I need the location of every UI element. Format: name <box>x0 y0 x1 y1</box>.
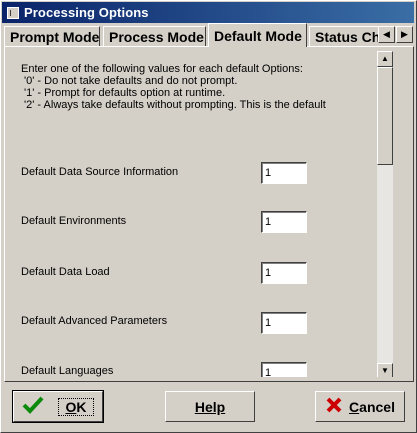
scroll-up-icon[interactable]: ▲ <box>377 51 393 67</box>
cancel-button[interactable]: Cancel <box>315 391 405 422</box>
instruction-line: '1' - Prompt for defaults option at runt… <box>21 87 226 99</box>
input-default-data-source-information[interactable] <box>261 162 307 184</box>
instruction-line: '2' - Always take defaults without promp… <box>21 99 326 111</box>
tab-process-mode[interactable]: Process Mode <box>103 26 206 46</box>
label-default-environments: Default Environments <box>21 215 127 227</box>
ok-label-rest: K <box>76 398 87 415</box>
cancel-label: Cancel <box>349 399 395 415</box>
tab-default-mode[interactable]: Default Mode <box>208 23 307 47</box>
vertical-scrollbar[interactable]: ▲ ▼ <box>377 51 393 377</box>
app-icon <box>7 6 19 19</box>
label-default-data-source-information: Default Data Source Information <box>21 166 179 178</box>
tab-panel-default-mode: Enter one of the following values for ea… <box>4 46 414 382</box>
scroll-left-icon[interactable]: ◀ <box>378 26 395 43</box>
checkmark-icon <box>22 396 44 417</box>
scroll-right-icon[interactable]: ▶ <box>396 26 413 43</box>
help-label: Help <box>194 398 226 415</box>
title-bar[interactable]: Processing Options <box>2 2 414 23</box>
window-title: Processing Options <box>24 5 149 20</box>
tab-strip: Prompt Mode Process Mode Default Mode St… <box>4 23 396 47</box>
input-default-environments[interactable] <box>261 211 307 233</box>
cancel-label-rest: ancel <box>359 398 395 415</box>
input-default-data-load[interactable] <box>261 262 307 284</box>
scroll-down-icon[interactable]: ▼ <box>377 363 393 377</box>
cancel-label-accelerator: C <box>349 398 360 415</box>
input-default-languages[interactable] <box>261 362 307 377</box>
input-default-advanced-parameters[interactable] <box>261 312 307 334</box>
label-default-data-load: Default Data Load <box>21 266 110 278</box>
tab-prompt-mode[interactable]: Prompt Mode <box>4 26 100 46</box>
processing-options-window: Processing Options Prompt Mode Process M… <box>0 0 417 433</box>
label-default-advanced-parameters: Default Advanced Parameters <box>21 315 168 327</box>
instruction-line: '0' - Do not take defaults and do not pr… <box>21 75 238 87</box>
ok-label: OK <box>58 397 94 416</box>
help-button[interactable]: Help <box>165 391 255 422</box>
label-default-languages: Default Languages <box>21 365 114 377</box>
x-icon <box>325 396 343 417</box>
instructions: Enter one of the following values for ea… <box>21 63 326 111</box>
options-content: Enter one of the following values for ea… <box>7 49 395 377</box>
scrollbar-thumb[interactable] <box>377 67 393 165</box>
instruction-line: Enter one of the following values for ea… <box>21 63 303 75</box>
ok-label-accelerator: O <box>65 398 77 415</box>
ok-button[interactable]: OK <box>12 390 104 423</box>
